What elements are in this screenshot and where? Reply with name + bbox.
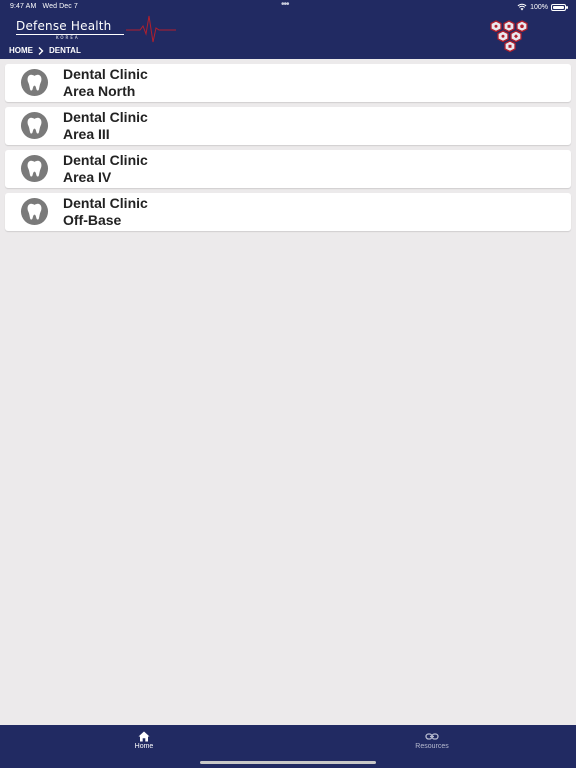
clinic-title: Dental Clinic Area III	[63, 109, 148, 142]
tab-resources[interactable]: Resources	[402, 731, 462, 750]
clinic-title: Dental Clinic Area North	[63, 66, 148, 99]
tooth-icon	[20, 197, 49, 226]
tab-home[interactable]: Home	[114, 731, 174, 750]
clinic-item-off-base[interactable]: Dental Clinic Off-Base	[5, 193, 571, 231]
logo-title: Defense Health	[16, 19, 112, 33]
hexagon-services-logo	[490, 20, 528, 53]
clinic-item-area-north[interactable]: Dental Clinic Area North	[5, 64, 571, 102]
status-date: Wed Dec 7	[42, 3, 78, 10]
heartbeat-pulse-icon	[126, 15, 176, 43]
clinic-title: Dental Clinic Area IV	[63, 152, 148, 185]
home-indicator[interactable]	[200, 761, 376, 764]
logo-subtitle: KOREA	[56, 35, 80, 40]
chevron-right-icon	[38, 46, 44, 55]
defense-health-logo[interactable]: Defense Health KOREA	[16, 15, 176, 46]
breadcrumb-home[interactable]: HOME	[9, 46, 33, 55]
status-time-date: 9:47 AM Wed Dec 7	[10, 3, 78, 10]
tab-label: Home	[134, 743, 154, 750]
multitasking-dots-icon[interactable]: •••	[281, 0, 289, 10]
home-icon	[138, 731, 150, 742]
clinic-item-area-iv[interactable]: Dental Clinic Area IV	[5, 150, 571, 188]
status-time: 9:47 AM	[10, 3, 37, 10]
tooth-icon	[20, 154, 49, 183]
battery-percent: 100%	[530, 3, 548, 11]
link-icon	[425, 733, 439, 740]
wifi-icon	[517, 3, 527, 11]
tooth-icon	[20, 68, 49, 97]
tab-label: Resources	[415, 743, 449, 750]
breadcrumb-current: DENTAL	[49, 46, 81, 55]
clinic-title: Dental Clinic Off-Base	[63, 195, 148, 228]
clinic-list: Dental Clinic Area North Dental Clinic A…	[5, 64, 571, 236]
battery-icon	[551, 3, 568, 11]
clinic-item-area-iii[interactable]: Dental Clinic Area III	[5, 107, 571, 145]
app-header: 9:47 AM Wed Dec 7 ••• 100% Defense Healt…	[0, 0, 576, 59]
breadcrumb: HOME DENTAL	[9, 46, 81, 55]
status-indicators: 100%	[517, 3, 568, 11]
tooth-icon	[20, 111, 49, 140]
